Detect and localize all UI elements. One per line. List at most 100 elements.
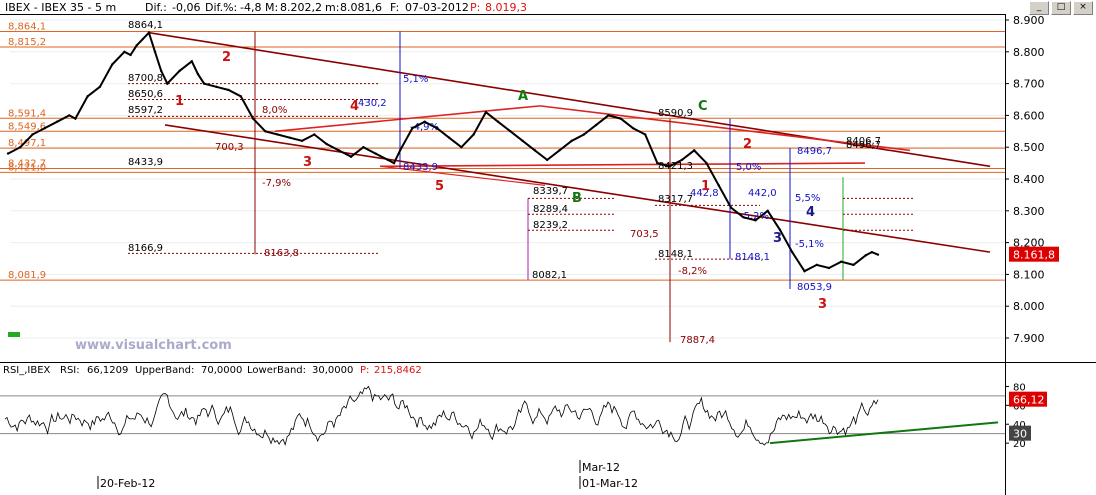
maximize-button[interactable]: □ <box>1051 1 1071 15</box>
price-point <box>276 133 279 136</box>
price-point <box>31 133 34 136</box>
y-tick-label: 8.300 <box>1013 205 1045 218</box>
annotation-label: 8339,7 <box>533 186 568 197</box>
price-point <box>619 117 622 120</box>
difpct-label: Dif.%: <box>205 1 237 14</box>
price-point <box>251 117 255 120</box>
annotation-label: 8496,7 <box>797 146 832 157</box>
price-point <box>264 130 267 133</box>
watermark: www.visualchart.com <box>75 338 232 353</box>
price-point <box>509 130 512 133</box>
price-point <box>558 149 561 152</box>
dif-value: -0,06 <box>172 1 200 14</box>
minimize-button[interactable]: _ <box>1029 1 1049 15</box>
price-point <box>362 146 365 149</box>
date-value: 07-03-2012 <box>405 1 469 14</box>
annotation-label: 8163,8 <box>264 248 299 259</box>
price-point <box>190 60 194 63</box>
rsi-current-label: 66,12 <box>1013 394 1045 407</box>
annotation-label: 7887,4 <box>680 335 715 346</box>
annotation-label: -5,1% <box>795 239 824 250</box>
wave-label: 1 <box>701 179 710 194</box>
wave-label: 3 <box>818 297 827 312</box>
price-point <box>288 136 292 139</box>
close-button[interactable]: × <box>1073 1 1093 15</box>
price-point <box>472 133 475 136</box>
price-point <box>374 152 377 155</box>
annotation-label: 8433,9 <box>403 162 438 173</box>
annotation-label: 8166,9 <box>128 243 163 254</box>
price-level-label: 8,815,2 <box>8 37 46 48</box>
price-point <box>594 123 598 127</box>
annotation-label: 8,0% <box>262 105 287 116</box>
price-point <box>159 69 163 73</box>
price-point <box>74 117 77 120</box>
annotation-label: 5,0% <box>736 162 761 173</box>
y-tick-label: 7.900 <box>1013 332 1045 345</box>
price-point <box>533 149 537 152</box>
price-point <box>570 139 573 143</box>
price-point <box>300 139 304 143</box>
annotation-label: 8590,9 <box>658 108 693 119</box>
max-label: M: <box>265 1 278 14</box>
price-point <box>742 215 745 219</box>
price-point <box>202 82 206 85</box>
price-point <box>766 209 769 212</box>
rsi-p-value: 215,8462 <box>374 365 422 376</box>
lower-band-label: LowerBand: <box>247 365 306 376</box>
rsi-marker-label: 30 <box>1013 428 1027 441</box>
min-label: m: <box>325 1 339 14</box>
annotation-label: 8650,6 <box>128 89 163 100</box>
annotation-label: 8053,9 <box>797 282 832 293</box>
price-level-label: 8,421,0 <box>8 162 46 173</box>
annotation-label: 703,5 <box>630 229 659 240</box>
last-value: 8.019,3 <box>485 1 527 14</box>
annotation-label: 8317,7 <box>658 194 693 205</box>
y-tick-label: 8.500 <box>1013 141 1045 154</box>
annotation-label: 5,5% <box>795 193 820 204</box>
price-point <box>227 88 230 92</box>
chart-title: IBEX - IBEX 35 - 5 m <box>5 1 116 14</box>
annotation-label: C <box>698 99 708 114</box>
annotation-label: 442,0 <box>748 188 777 199</box>
price-point <box>729 206 733 209</box>
rsi-label: RSI_,IBEX <box>3 365 51 376</box>
price-point <box>110 63 114 66</box>
difpct-value: -4,8 <box>240 1 261 14</box>
rsi-value: 66,1209 <box>87 365 128 376</box>
price-point <box>545 158 549 162</box>
price-point <box>521 139 524 143</box>
price-point <box>876 253 880 256</box>
price-point <box>123 50 126 53</box>
price-point <box>6 152 10 155</box>
annotation-label: 8433,9 <box>128 157 163 168</box>
price-chart: IBEX - IBEX 35 - 5 m Dif.: -0,06 Dif.%: … <box>0 0 1096 362</box>
price-point <box>349 155 353 158</box>
price-point <box>19 146 22 149</box>
y-tick-label: 8.700 <box>1013 78 1045 91</box>
price-point <box>484 111 488 114</box>
price-point <box>852 263 855 267</box>
price-point <box>239 95 243 98</box>
price-point <box>692 149 696 152</box>
last-price-label: 8.161,8 <box>1013 249 1055 262</box>
x-tick-label: Mar-12 <box>582 461 620 474</box>
y-tick-label: 8.400 <box>1013 173 1045 186</box>
price-point <box>337 149 341 152</box>
price-point <box>668 165 671 168</box>
price-point <box>86 95 89 98</box>
price-point <box>135 44 138 47</box>
price-point <box>313 133 316 136</box>
price-point <box>607 114 610 117</box>
annotation-label: 3 <box>303 155 312 170</box>
price-point <box>68 114 71 117</box>
price-point <box>398 149 402 152</box>
price-point <box>98 85 102 88</box>
annotation-label: 4 <box>350 99 359 114</box>
price-point <box>840 260 843 263</box>
green-marker-icon <box>8 332 20 337</box>
annotation-label: 5,1% <box>403 74 428 85</box>
date-label: F: <box>390 1 399 14</box>
lower-band-value: 30,0000 <box>312 365 353 376</box>
rsi-tick-label: 20 <box>1013 439 1026 450</box>
